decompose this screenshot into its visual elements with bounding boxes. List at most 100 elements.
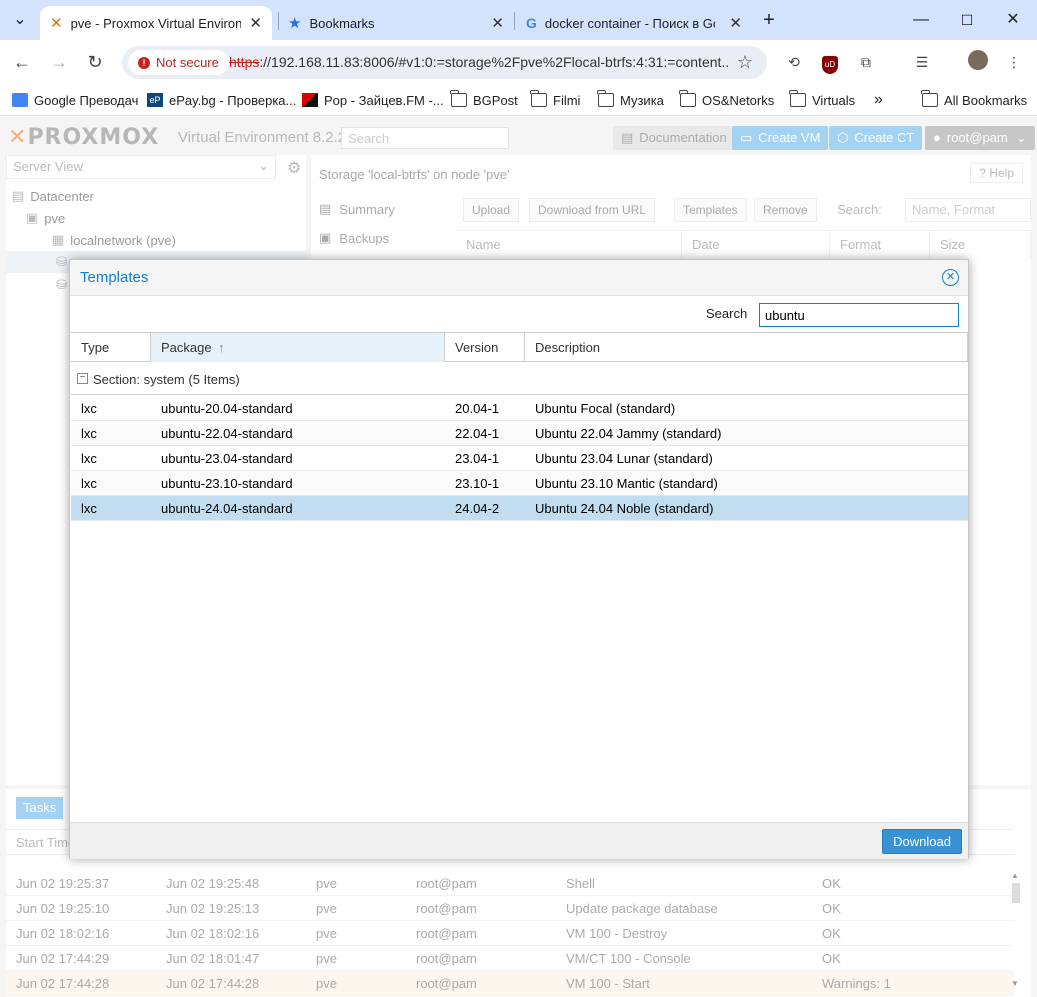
create-vm-button[interactable]: ▭ Create VM	[732, 126, 829, 150]
not-secure-chip[interactable]: ! Not secure	[128, 50, 229, 75]
download-button[interactable]: Download	[882, 829, 962, 854]
col-package[interactable]: Package ↑	[151, 333, 445, 362]
bookmark-folder-all[interactable]: All Bookmarks	[921, 90, 1027, 110]
bookmark-zaycev[interactable]: Pop - Зайцев.FM -...	[302, 90, 444, 110]
bookmark-label: OS&Netorks	[702, 92, 775, 108]
tree-datacenter[interactable]: ▤ Datacenter	[12, 188, 94, 204]
tree-localnetwork[interactable]: ▦ localnetwork (pve)	[52, 232, 176, 248]
col-format[interactable]: Format	[830, 230, 930, 258]
ublock-icon[interactable]: uD	[818, 50, 842, 74]
col-package-label: Package	[161, 340, 212, 355]
extension-icon[interactable]: ⟲	[782, 50, 806, 74]
tab-google-search[interactable]: G docker container - Поиск в Google ✕	[516, 6, 752, 40]
template-row[interactable]: lxc ubuntu-22.04-standard 22.04-1 Ubuntu 22…	[71, 421, 968, 446]
upload-button[interactable]: Upload	[463, 198, 520, 222]
task-row[interactable]: Jun 02 19:25:37 Jun 02 19:25:48 pve root@pa…	[6, 871, 1014, 896]
task-row[interactable]: Jun 02 18:02:16 Jun 02 18:02:16 pve root@pa…	[6, 921, 1014, 946]
tree-node-pve[interactable]: ▣ pve	[26, 210, 65, 226]
url-text[interactable]: https://192.168.11.83:8006/#v1:0:=storag…	[229, 54, 729, 70]
task-row[interactable]: Jun 02 19:25:10 Jun 02 19:25:13 pve root@pa…	[6, 896, 1014, 921]
search-label: Search	[706, 306, 748, 321]
header-search-input[interactable]: Search	[341, 127, 509, 149]
template-row[interactable]: lxc ubuntu-23.10-standard 23.10-1 Ubuntu 23…	[71, 471, 968, 496]
extensions-puzzle-icon[interactable]: ⧉	[854, 50, 878, 74]
side-tab-summary[interactable]: ▤ Summary	[319, 201, 395, 217]
content-search-input[interactable]: Name, Format	[905, 198, 1031, 222]
profile-avatar[interactable]	[966, 50, 990, 74]
bookmark-folder-muzika[interactable]: Музика	[597, 90, 664, 110]
user-menu-button[interactable]: ● root@pam ⌄	[925, 126, 1035, 150]
close-tab-icon[interactable]: ✕	[729, 14, 742, 32]
cell-package: ubuntu-20.04-standard	[161, 401, 293, 416]
group-label: Section: system (5 Items)	[93, 372, 240, 387]
group-header-system[interactable]: − Section: system (5 Items)	[71, 363, 968, 395]
scroll-down-icon[interactable]: ▼	[1011, 979, 1021, 988]
bookmark-folder-osnetworks[interactable]: OS&Netorks	[679, 90, 775, 110]
template-row[interactable]: lxc ubuntu-20.04-standard 20.04-1 Ubuntu Fo…	[71, 396, 968, 421]
side-tab-label: Backups	[339, 230, 390, 246]
col-description[interactable]: Description	[525, 333, 968, 362]
col-type[interactable]: Type	[71, 333, 151, 362]
bookmark-google-translate[interactable]: Google Преводач	[12, 90, 138, 110]
download-from-url-button[interactable]: Download from URL	[529, 198, 656, 222]
bookmark-folder-bgpost[interactable]: BGPost	[450, 90, 518, 110]
help-label: Help	[989, 166, 1014, 180]
task-row[interactable]: Jun 02 17:44:28 Jun 02 17:44:28 pve root@pa…	[6, 971, 1014, 996]
proxmox-favicon-icon: ✕	[50, 15, 63, 32]
bookmark-label: BGPost	[473, 92, 518, 108]
tasks-scrollbar[interactable]: ▲ ▼	[1011, 871, 1021, 991]
zaycev-icon	[302, 93, 318, 107]
forward-icon[interactable]: →	[47, 50, 71, 74]
dialog-footer: Download	[70, 822, 968, 859]
scroll-up-icon[interactable]: ▲	[1011, 871, 1021, 880]
collapse-icon[interactable]: −	[77, 373, 88, 384]
col-version[interactable]: Version	[445, 333, 525, 362]
side-tab-backups[interactable]: ▣ Backups	[319, 230, 389, 246]
tab-separator	[514, 12, 515, 30]
folder-icon	[597, 90, 614, 107]
template-search-input[interactable]	[759, 303, 959, 327]
reading-list-icon[interactable]: ☰	[910, 50, 934, 74]
bookmark-epay[interactable]: eP ePay.bg - Проверка...	[147, 90, 296, 110]
window-close-icon[interactable]: ✕	[1001, 8, 1025, 32]
create-ct-button[interactable]: ⬡ Create CT	[829, 126, 923, 150]
new-tab-icon[interactable]: +	[757, 8, 781, 32]
close-icon[interactable]: ✕	[942, 269, 959, 286]
folder-icon	[679, 90, 696, 107]
address-bar[interactable]: ! Not secure https://192.168.11.83:8006/…	[122, 46, 767, 79]
maximize-icon[interactable]: ☐	[955, 8, 979, 32]
url-scheme: https	[229, 54, 260, 70]
gear-icon[interactable]: ⚙	[287, 158, 301, 178]
task-row[interactable]: Jun 02 17:44:29 Jun 02 18:01:47 pve root@pa…	[6, 946, 1014, 971]
chevron-down-icon: ⌄	[258, 158, 269, 173]
tasks-tab[interactable]: Tasks	[16, 797, 64, 819]
browser-menu-icon[interactable]: ⋮	[1002, 50, 1026, 74]
remove-button[interactable]: Remove	[754, 198, 817, 222]
tab-proxmox[interactable]: ✕ pve - Proxmox Virtual Environment ✕	[40, 6, 272, 40]
bookmarks-overflow-icon[interactable]: »	[874, 90, 883, 110]
col-size[interactable]: Size	[930, 230, 1031, 258]
template-row[interactable]: lxc ubuntu-24.04-standard 24.04-2 Ubuntu 24…	[71, 496, 968, 521]
template-row[interactable]: lxc ubuntu-23.04-standard 23.04-1 Ubuntu 23…	[71, 446, 968, 471]
col-date[interactable]: Date	[682, 230, 830, 258]
scroll-thumb[interactable]	[1012, 883, 1020, 903]
help-icon: ?	[979, 166, 986, 180]
close-tab-icon[interactable]: ✕	[249, 14, 262, 32]
templates-button[interactable]: Templates	[674, 198, 747, 222]
tab-search-icon[interactable]: ⌄	[8, 8, 32, 32]
bookmark-star-icon[interactable]: ☆	[737, 52, 753, 73]
bookmark-folder-filmi[interactable]: Filmi	[530, 90, 580, 110]
help-button[interactable]: ? Help	[970, 163, 1023, 183]
cell-type: lxc	[81, 476, 97, 491]
server-view-select[interactable]: Server View ⌄	[6, 155, 276, 179]
minimize-icon[interactable]: —	[909, 8, 933, 32]
documentation-button[interactable]: ▤ Documentation	[613, 126, 735, 150]
close-tab-icon[interactable]: ✕	[491, 14, 504, 32]
col-start-time[interactable]: Start Time	[16, 835, 75, 850]
bookmark-folder-virtuals[interactable]: Virtuals	[789, 90, 855, 110]
back-icon[interactable]: ←	[10, 50, 34, 74]
col-name[interactable]: Name	[456, 230, 682, 258]
bookmark-label: ePay.bg - Проверка...	[169, 92, 297, 108]
tab-bookmarks[interactable]: ★ Bookmarks ✕	[278, 6, 514, 40]
reload-icon[interactable]: ↻	[83, 50, 107, 74]
